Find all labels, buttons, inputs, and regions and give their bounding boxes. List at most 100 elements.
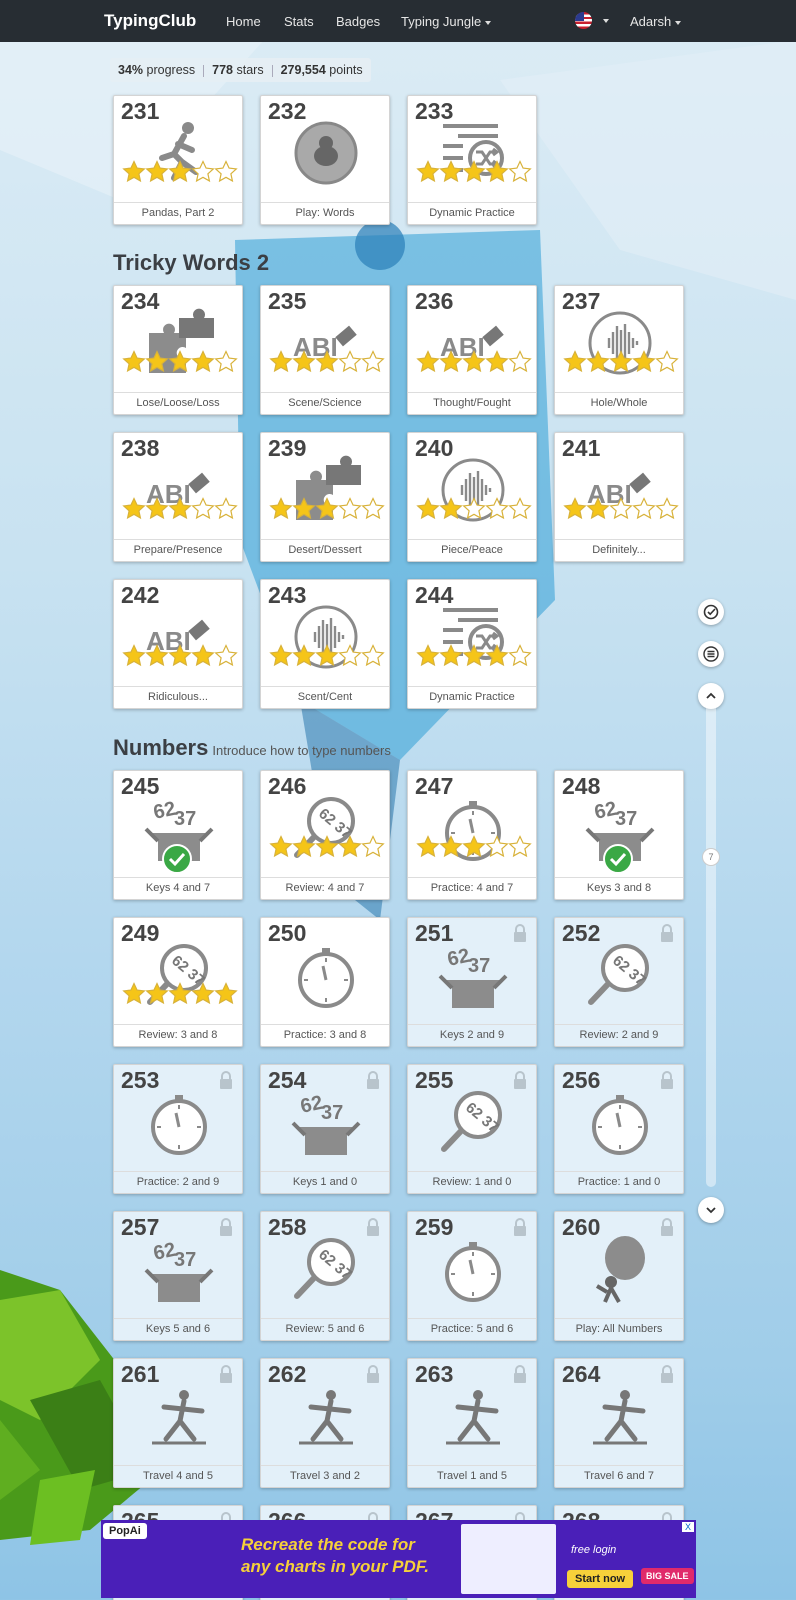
star-filled-icon (122, 160, 146, 183)
yoga-pose-icon (152, 1390, 206, 1445)
lesson-title: Play: Words (261, 202, 389, 224)
user-name: Adarsh (630, 14, 672, 29)
language-chevron-down-icon[interactable] (603, 19, 609, 23)
lesson-card-244[interactable]: 244 Dynamic Practice (407, 579, 537, 709)
lesson-card-237[interactable]: 237 Hole/Whole (554, 285, 684, 415)
lesson-card-253[interactable]: 253 Practice: 2 and 9 (113, 1064, 243, 1194)
star-filled-icon (315, 644, 339, 667)
lesson-card-242[interactable]: 242 ABI Ridiculous... (113, 579, 243, 709)
star-rating (269, 644, 385, 668)
lesson-card-258[interactable]: 258 62 37 Review: 5 and 6 (260, 1211, 390, 1341)
brand-logo[interactable]: TypingClub (104, 11, 196, 31)
lesson-card-247[interactable]: 247 Practice: 4 and 7 (407, 770, 537, 900)
lesson-card-245[interactable]: 245 62 37 Keys 4 and 7 (113, 770, 243, 900)
advertisement-banner[interactable]: PopAi Recreate the code for any charts in… (101, 1520, 696, 1598)
nav-home[interactable]: Home (226, 14, 261, 29)
check-badge-icon (162, 844, 192, 874)
lesson-title: Practice: 5 and 6 (408, 1318, 536, 1340)
lock-icon (661, 924, 673, 942)
nav-typing-jungle-label: Typing Jungle (401, 14, 482, 29)
lesson-card-255[interactable]: 255 62 37 Review: 1 and 0 (407, 1064, 537, 1194)
star-filled-icon (338, 835, 362, 858)
ad-brand: PopAi (103, 1523, 147, 1539)
lesson-card-249[interactable]: 249 62 37 Review: 3 and 8 (113, 917, 243, 1047)
lesson-card-231[interactable]: 231 Pandas, Part 2 (113, 95, 243, 225)
lesson-title: Review: 3 and 8 (114, 1024, 242, 1046)
scroll-track[interactable]: 7 (702, 702, 720, 1187)
completed-filter-button[interactable] (698, 599, 724, 625)
progress-value: 34% (118, 63, 144, 77)
star-empty-icon (214, 497, 238, 520)
star-empty-icon (508, 644, 532, 667)
lesson-card-250[interactable]: 250 Practice: 3 and 8 (260, 917, 390, 1047)
lesson-title: Prepare/Presence (114, 539, 242, 561)
star-empty-icon (508, 160, 532, 183)
star-filled-icon (485, 350, 509, 373)
nav-typing-jungle[interactable]: Typing Jungle (401, 14, 492, 29)
star-filled-icon (439, 497, 463, 520)
lesson-card-246[interactable]: 246 62 37 Review: 4 and 7 (260, 770, 390, 900)
scroll-down-button[interactable] (698, 1197, 724, 1223)
star-filled-icon (462, 350, 486, 373)
lesson-card-256[interactable]: 256 Practice: 1 and 0 (554, 1064, 684, 1194)
star-empty-icon (361, 350, 385, 373)
star-filled-icon (269, 835, 293, 858)
star-filled-icon (292, 644, 316, 667)
svg-text:37: 37 (174, 808, 196, 830)
magnifier-numbers-icon: 62 37 (588, 944, 649, 1005)
lock-icon (220, 1218, 232, 1236)
lesson-card-264[interactable]: 264 Travel 6 and 7 (554, 1358, 684, 1488)
lesson-title: Travel 1 and 5 (408, 1465, 536, 1487)
us-flag-icon[interactable] (575, 12, 592, 29)
svg-text:37: 37 (321, 1102, 343, 1124)
lesson-card-239[interactable]: 239 Desert/Dessert (260, 432, 390, 562)
lesson-card-241[interactable]: 241 ABI Definitely... (554, 432, 684, 562)
stopwatch-icon (445, 1242, 501, 1302)
star-empty-icon (655, 497, 679, 520)
star-filled-icon (586, 350, 610, 373)
lesson-card-262[interactable]: 262 Travel 3 and 2 (260, 1358, 390, 1488)
star-filled-icon (145, 982, 169, 1005)
lesson-card-234[interactable]: 234 Lose/Loose/Loss (113, 285, 243, 415)
svg-text:37: 37 (615, 808, 637, 830)
star-empty-icon (462, 497, 486, 520)
lesson-card-232[interactable]: 232 Play: Words (260, 95, 390, 225)
lesson-title: Scent/Cent (261, 686, 389, 708)
lesson-card-236[interactable]: 236 ABI Thought/Fought (407, 285, 537, 415)
lesson-title: Dynamic Practice (408, 202, 536, 224)
lesson-card-238[interactable]: 238 ABI Prepare/Presence (113, 432, 243, 562)
ad-start-button[interactable]: Start now (567, 1570, 634, 1588)
nav-badges[interactable]: Badges (336, 14, 380, 29)
lesson-card-240[interactable]: 240 Piece/Peace (407, 432, 537, 562)
lesson-card-235[interactable]: 235 ABI Scene/Science (260, 285, 390, 415)
user-menu[interactable]: Adarsh (630, 14, 682, 29)
star-filled-icon (122, 497, 146, 520)
points-value: 279,554 (280, 63, 326, 77)
nav-stats[interactable]: Stats (284, 14, 314, 29)
star-filled-icon (439, 835, 463, 858)
lesson-card-248[interactable]: 248 62 37 Keys 3 and 8 (554, 770, 684, 900)
lesson-card-257[interactable]: 257 62 37 Keys 5 and 6 (113, 1211, 243, 1341)
star-filled-icon (485, 644, 509, 667)
lesson-card-243[interactable]: 243 Scent/Cent (260, 579, 390, 709)
star-filled-icon (416, 350, 440, 373)
progress-stats-bar: 34% progress 778 stars 279,554 points (110, 58, 371, 82)
lesson-card-263[interactable]: 263 Travel 1 and 5 (407, 1358, 537, 1488)
lesson-title: Hole/Whole (555, 392, 683, 414)
menu-button[interactable] (698, 641, 724, 667)
lesson-card-259[interactable]: 259 Practice: 5 and 6 (407, 1211, 537, 1341)
star-filled-icon (168, 350, 192, 373)
section-title: Tricky Words 2 (113, 250, 270, 275)
lesson-card-261[interactable]: 261 Travel 4 and 5 (113, 1358, 243, 1488)
lesson-title: Travel 4 and 5 (114, 1465, 242, 1487)
lesson-card-251[interactable]: 251 62 37 Keys 2 and 9 (407, 917, 537, 1047)
stars-value: 778 (212, 63, 234, 77)
ad-close-button[interactable]: X (681, 1522, 694, 1532)
lesson-card-233[interactable]: 233 Dynamic Practice (407, 95, 537, 225)
lesson-card-254[interactable]: 254 62 37 Keys 1 and 0 (260, 1064, 390, 1194)
lesson-card-252[interactable]: 252 62 37 Review: 2 and 9 (554, 917, 684, 1047)
star-filled-icon (269, 350, 293, 373)
lesson-card-260[interactable]: 260 Play: All Numbers (554, 1211, 684, 1341)
scroll-thumb[interactable]: 7 (702, 848, 720, 866)
star-rating (122, 497, 238, 521)
